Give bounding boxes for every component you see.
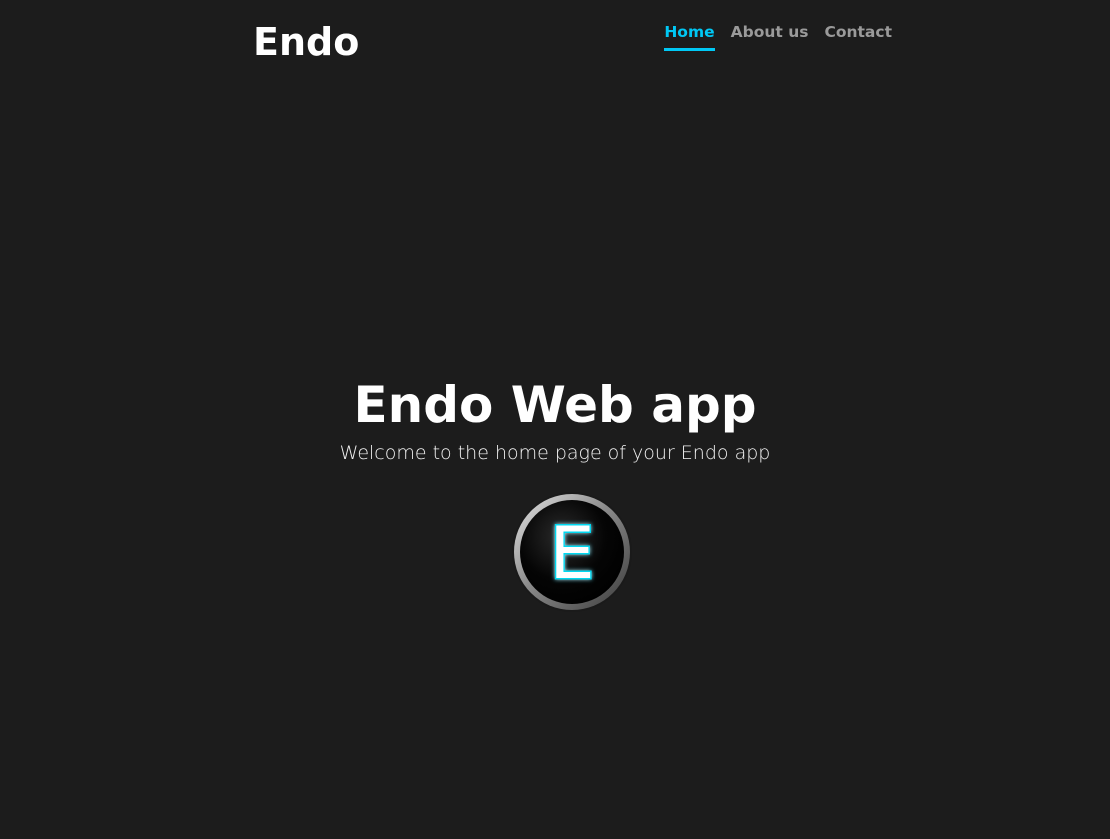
logo-letter: E xyxy=(549,511,595,595)
brand-logo-text[interactable]: Endo xyxy=(253,20,359,64)
nav-about-link[interactable]: About us xyxy=(731,22,809,51)
endo-logo-svg: E xyxy=(512,492,632,612)
nav-home-link[interactable]: Home xyxy=(664,22,715,51)
hero-title: Endo Web app xyxy=(353,376,757,434)
hero-subtitle: Welcome to the home page of your Endo ap… xyxy=(339,442,771,464)
main-nav: Home About us Contact xyxy=(664,22,892,51)
endo-logo-icon: E xyxy=(511,491,633,613)
nav-contact-link[interactable]: Contact xyxy=(824,22,892,51)
page: Endo Home About us Contact Endo Web app … xyxy=(0,0,1110,839)
hero-section: Endo Web app Welcome to the home page of… xyxy=(0,372,1110,466)
